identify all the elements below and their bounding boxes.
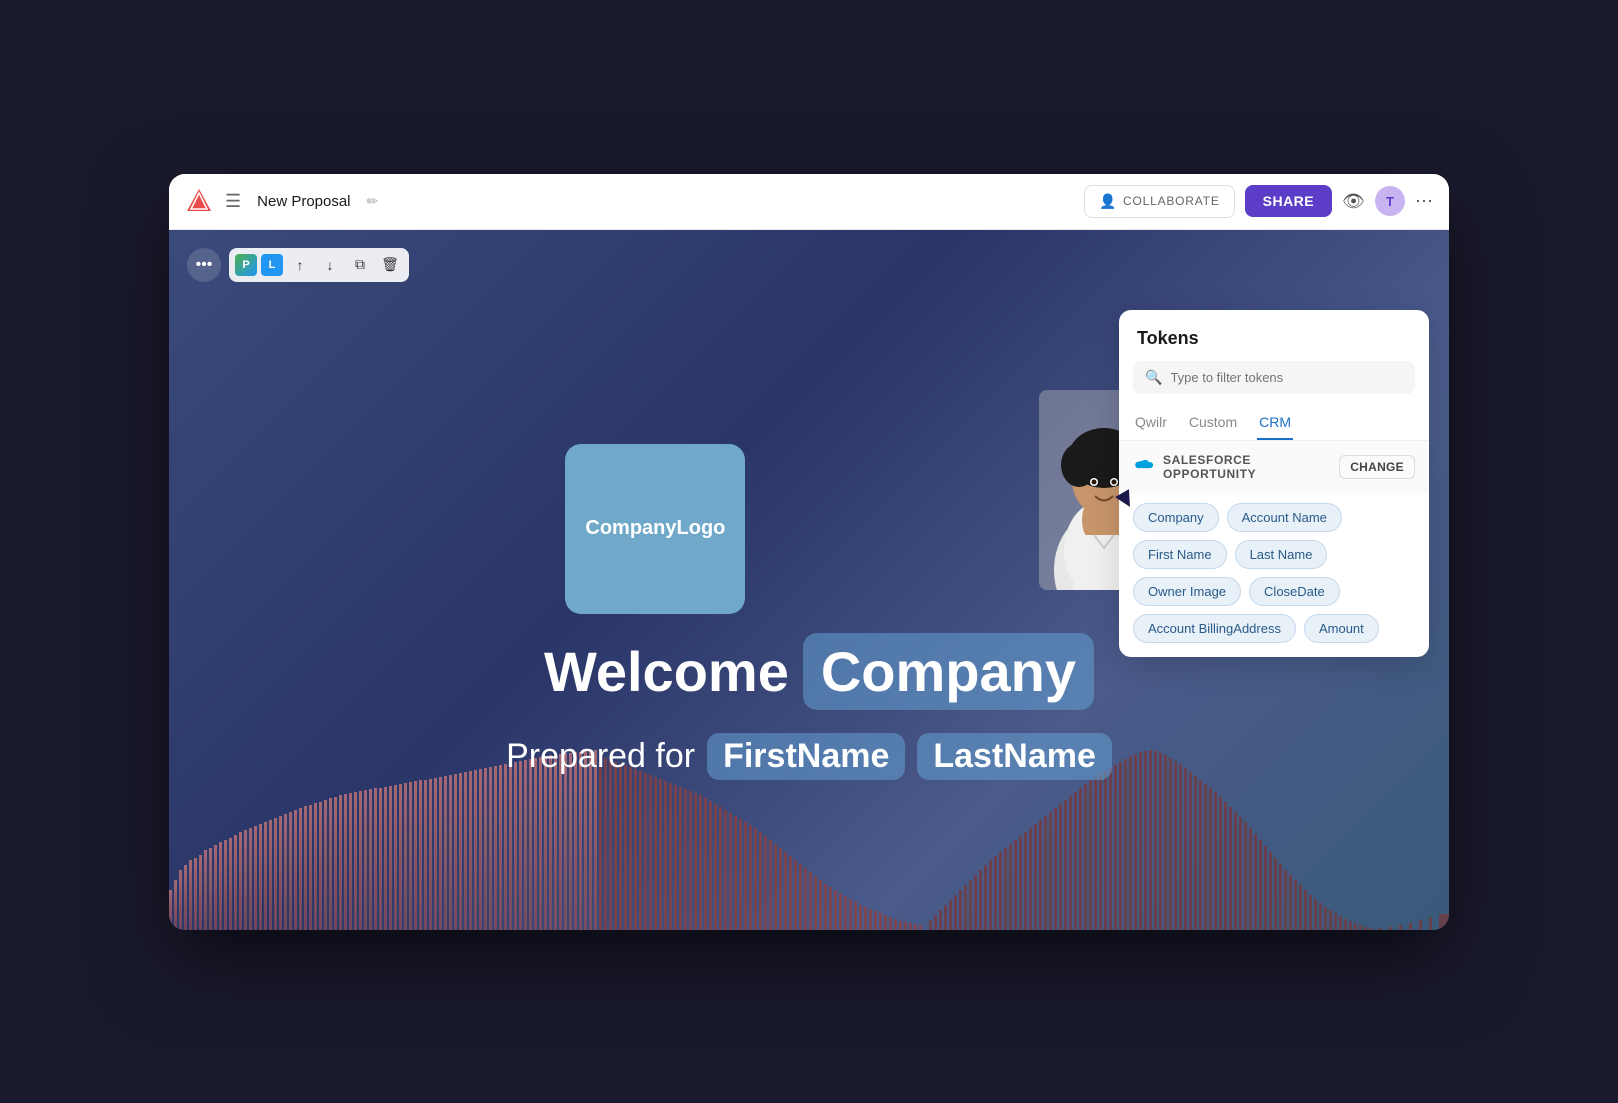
token-account-name[interactable]: Account Name (1227, 503, 1342, 532)
avatar[interactable]: T (1375, 186, 1405, 216)
share-button[interactable]: SHARE (1245, 185, 1333, 217)
toolbar-group: P L ↑ ↓ ⧉ 🗑 (229, 248, 409, 282)
doc-title: New Proposal (257, 193, 350, 210)
copy-button[interactable]: ⧉ (347, 252, 373, 278)
token-last-name[interactable]: Last Name (1235, 540, 1328, 569)
editor-canvas: ••• P L ↑ ↓ ⧉ 🗑 CompanyLogo (169, 230, 1449, 930)
prepared-label: Prepared for (506, 737, 695, 776)
tokens-panel-title: Tokens (1119, 310, 1429, 361)
tab-crm[interactable]: CRM (1257, 406, 1293, 440)
person-icon: 👤 (1099, 193, 1117, 210)
lastname-token-pill[interactable]: LastName (917, 733, 1112, 780)
logo-placeholder: CompanyLogo (565, 444, 745, 614)
salesforce-header: SALESFORCE OPPORTUNITY CHANGE (1119, 441, 1429, 493)
firstname-token-pill[interactable]: FirstName (707, 733, 905, 780)
tab-custom[interactable]: Custom (1187, 406, 1239, 440)
company-token-pill[interactable]: Company (803, 633, 1094, 710)
change-button[interactable]: CHANGE (1339, 455, 1415, 479)
welcome-label: Welcome (544, 639, 789, 704)
canvas-wrapper: ••• P L ↑ ↓ ⧉ 🗑 CompanyLogo (169, 230, 1449, 930)
token-owner-image[interactable]: Owner Image (1133, 577, 1241, 606)
search-input[interactable] (1170, 370, 1403, 385)
collaborate-button[interactable]: 👤 COLLABORATE (1084, 185, 1235, 218)
top-bar: ☰ New Proposal ✏ 👤 COLLABORATE SHARE 👁 T… (169, 174, 1449, 230)
eye-icon[interactable]: 👁 (1342, 191, 1365, 212)
salesforce-label: SALESFORCE OPPORTUNITY (1163, 453, 1331, 481)
toolbar-more-button[interactable]: ••• (187, 248, 221, 282)
tokens-panel: Tokens 🔍 Qwilr Custom CRM SALESFORCE OPP… (1119, 310, 1429, 657)
search-icon: 🔍 (1145, 369, 1162, 386)
token-company[interactable]: Company (1133, 503, 1219, 532)
move-up-button[interactable]: ↑ (287, 252, 313, 278)
edit-icon[interactable]: ✏ (367, 193, 379, 210)
salesforce-icon (1133, 456, 1155, 478)
canvas-toolbar: ••• P L ↑ ↓ ⧉ 🗑 (187, 248, 409, 282)
token-billing-address[interactable]: Account BillingAddress (1133, 614, 1296, 643)
token-amount[interactable]: Amount (1304, 614, 1379, 643)
move-down-button[interactable]: ↓ (317, 252, 343, 278)
delete-button[interactable]: 🗑 (377, 252, 403, 278)
tokens-tabs: Qwilr Custom CRM (1119, 406, 1429, 441)
toolbar-p-icon: P (235, 254, 257, 276)
tokens-search-bar[interactable]: 🔍 (1133, 361, 1415, 394)
tokens-list: Company Account Name First Name Last Nam… (1119, 493, 1429, 657)
dots-icon: ••• (196, 256, 213, 274)
tab-qwilr[interactable]: Qwilr (1133, 406, 1169, 440)
prepared-text-row: Prepared for FirstName LastName (169, 733, 1449, 780)
token-close-date[interactable]: CloseDate (1249, 577, 1340, 606)
token-first-name[interactable]: First Name (1133, 540, 1227, 569)
more-menu-icon[interactable]: ⋯ (1415, 191, 1433, 212)
top-bar-right: 👤 COLLABORATE SHARE 👁 T ⋯ (1084, 185, 1433, 218)
app-logo (185, 187, 213, 215)
browser-window: ☰ New Proposal ✏ 👤 COLLABORATE SHARE 👁 T… (169, 174, 1449, 930)
toolbar-l-icon: L (261, 254, 283, 276)
nav-sidebar-icon[interactable]: ☰ (225, 191, 241, 212)
